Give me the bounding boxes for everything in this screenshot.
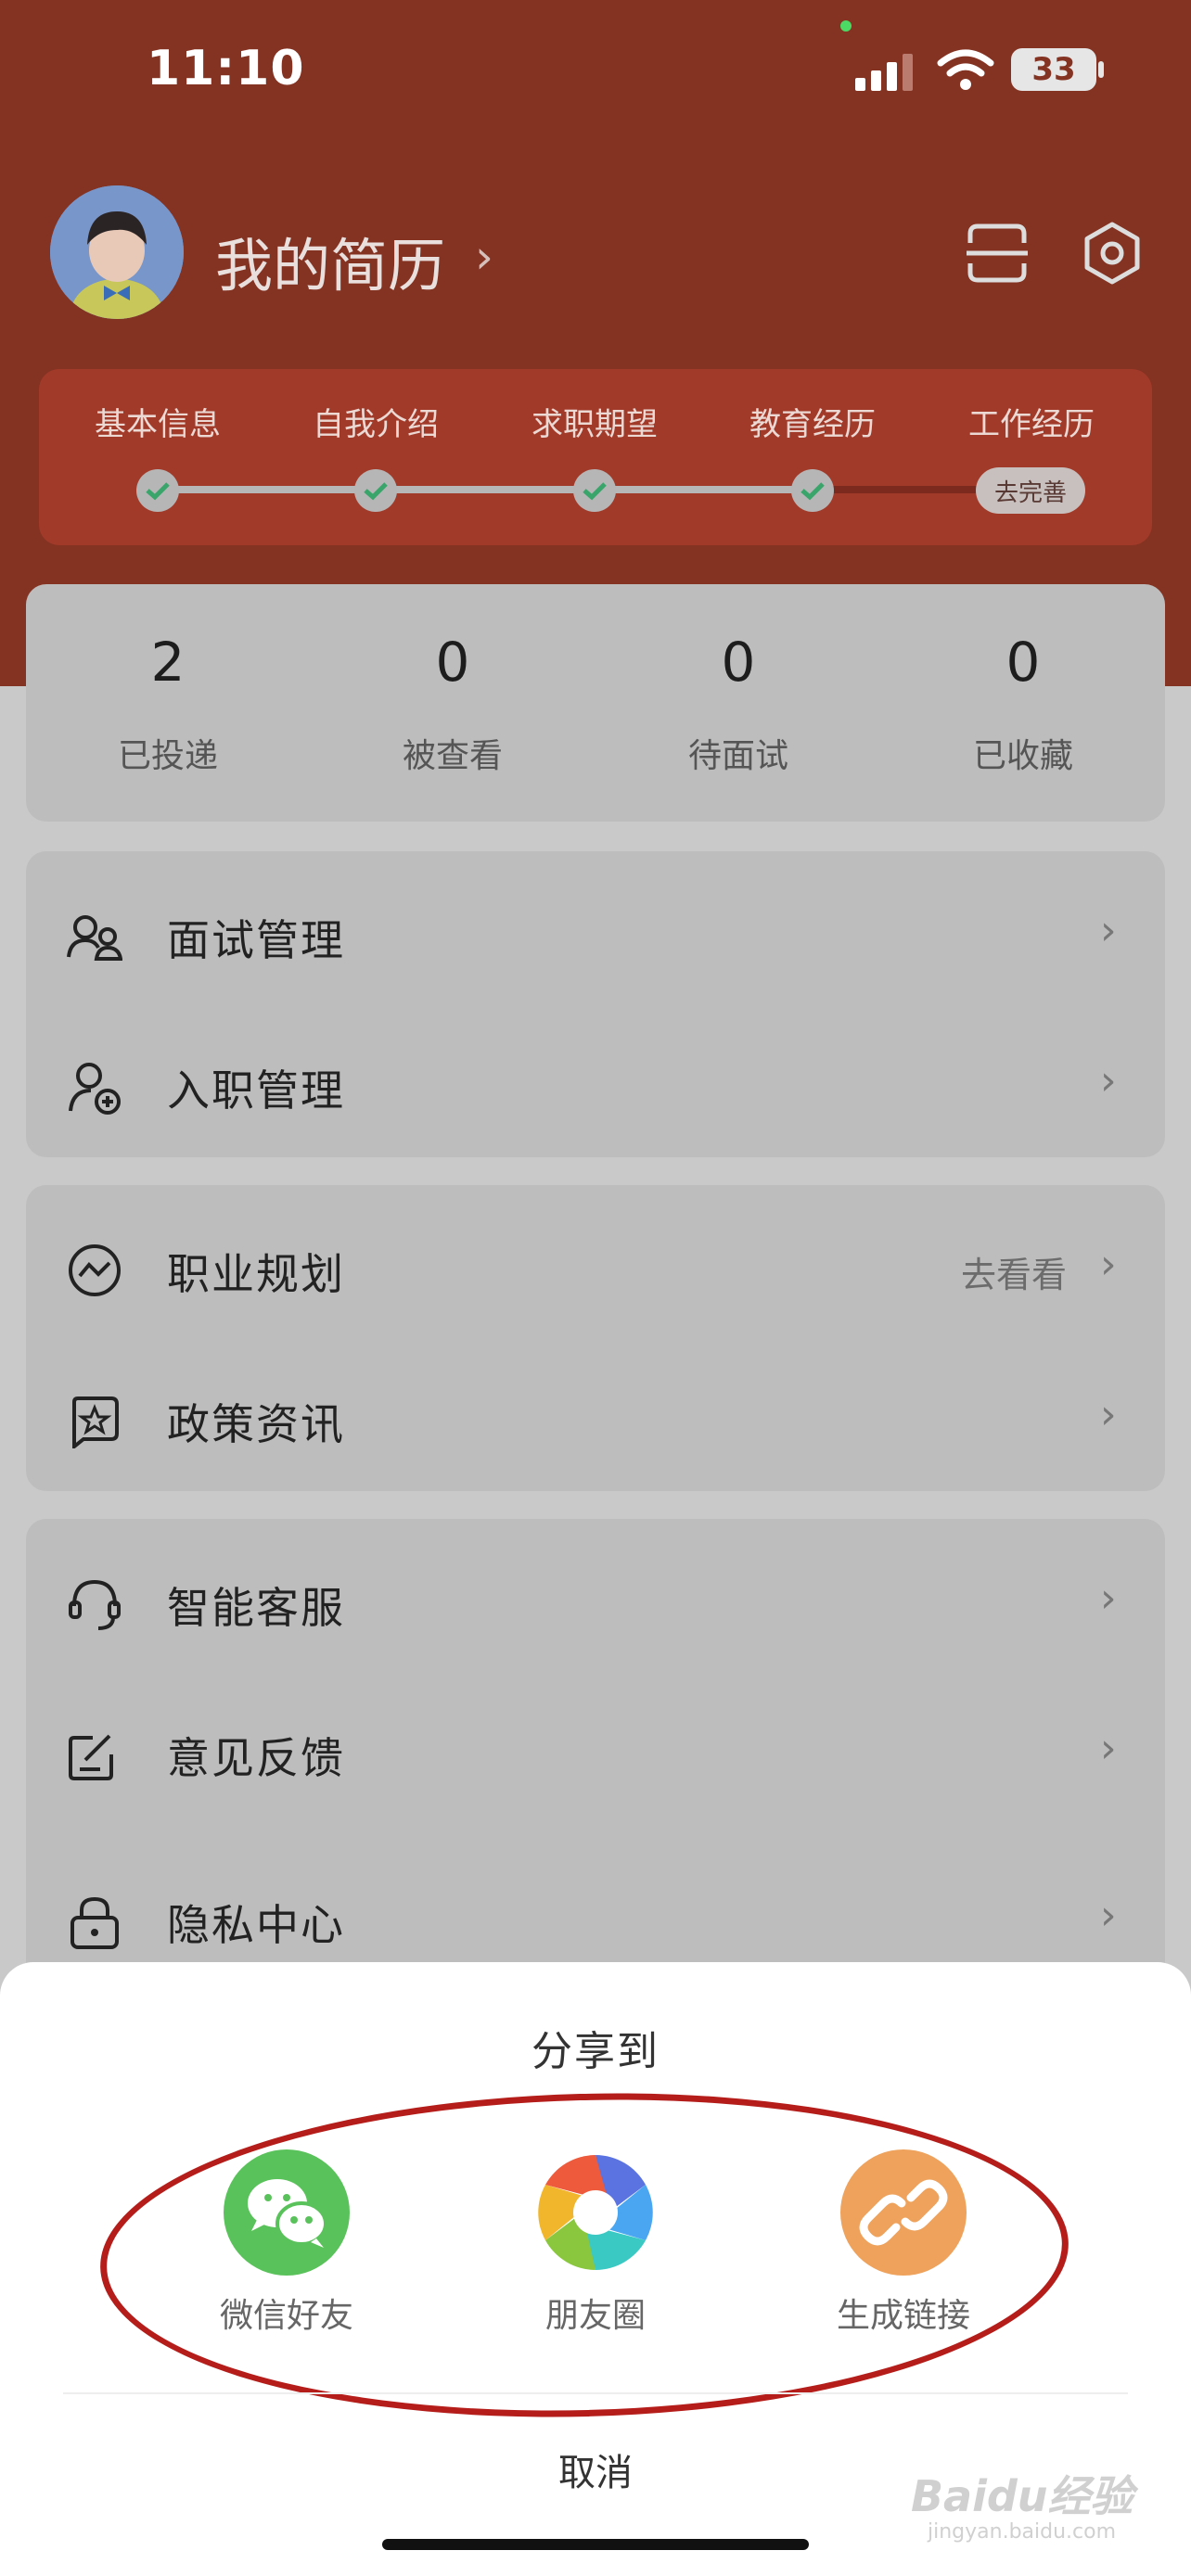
divider <box>63 2392 1128 2394</box>
privacy-indicator <box>840 20 852 32</box>
trend-icon <box>69 1244 121 1296</box>
step-label: 求职期望 <box>531 406 658 443</box>
menu-item-smart-service[interactable]: 智能客服 <box>167 1575 345 1636</box>
chevron-right-icon[interactable]: › <box>1100 1057 1117 1104</box>
menu-item-policy-news[interactable]: 政策资讯 <box>167 1391 345 1452</box>
watermark-url: jingyan.baidu.com <box>928 2520 1117 2544</box>
wifi-icon <box>937 49 994 90</box>
step-check-icon <box>573 469 616 512</box>
progress-track-remaining <box>813 486 980 493</box>
home-indicator[interactable] <box>382 2539 809 2550</box>
step-label: 工作经历 <box>968 406 1095 443</box>
chevron-right-icon[interactable]: › <box>1100 1892 1117 1939</box>
settings-icon[interactable] <box>1080 221 1145 286</box>
chevron-right-icon[interactable]: › <box>1100 1391 1117 1438</box>
stat-label[interactable]: 被查看 <box>360 729 545 777</box>
menu-item-privacy[interactable]: 隐私中心 <box>167 1892 345 1953</box>
stat-value[interactable]: 0 <box>646 631 831 694</box>
chevron-right-icon[interactable]: › <box>1100 1241 1117 1288</box>
go-look-link[interactable]: 去看看 <box>961 1246 1067 1297</box>
step-check-icon <box>791 469 834 512</box>
interview-users-icon <box>67 915 122 961</box>
status-time: 11:10 <box>147 41 305 96</box>
progress-track-completed <box>158 486 813 493</box>
menu-item-career-planning[interactable]: 职业规划 <box>167 1241 345 1302</box>
battery-tip <box>1098 61 1104 78</box>
stat-value[interactable]: 0 <box>930 631 1116 694</box>
signal-icon <box>855 54 913 91</box>
chevron-right-icon[interactable]: › <box>1100 1725 1117 1772</box>
chevron-right-icon[interactable]: › <box>1100 1575 1117 1622</box>
watermark: Baidu经验 <box>911 2471 1133 2521</box>
chevron-right-icon[interactable]: › <box>475 230 493 284</box>
step-label: 自我介绍 <box>313 406 439 443</box>
battery-indicator: 33 <box>1011 48 1096 91</box>
chevron-right-icon[interactable]: › <box>1100 907 1117 954</box>
lock-icon <box>70 1896 119 1949</box>
step-check-icon <box>354 469 397 512</box>
stat-value[interactable]: 0 <box>360 631 545 694</box>
stat-label[interactable]: 已收藏 <box>930 729 1116 777</box>
stat-value[interactable]: 2 <box>75 631 261 694</box>
avatar-image <box>50 185 184 319</box>
complete-work-experience-button[interactable]: 去完善 <box>976 467 1085 514</box>
stat-label[interactable]: 已投递 <box>75 729 261 777</box>
menu-item-onboarding[interactable]: 入职管理 <box>167 1057 345 1118</box>
scan-icon[interactable] <box>965 221 1030 286</box>
menu-item-interview[interactable]: 面试管理 <box>167 907 345 968</box>
edit-icon <box>69 1734 113 1780</box>
step-label: 基本信息 <box>95 406 221 443</box>
step-check-icon <box>136 469 179 512</box>
avatar[interactable] <box>50 185 184 319</box>
star-document-icon <box>72 1396 119 1448</box>
stats-card <box>26 584 1165 822</box>
add-user-icon <box>69 1063 121 1115</box>
step-label: 教育经历 <box>749 406 876 443</box>
profile-header <box>0 0 1191 686</box>
resume-progress-card[interactable] <box>39 369 1152 545</box>
resume-title[interactable]: 我的简历 <box>215 219 445 302</box>
stat-label[interactable]: 待面试 <box>646 729 831 777</box>
menu-item-feedback[interactable]: 意见反馈 <box>167 1725 345 1786</box>
headset-icon <box>69 1579 121 1630</box>
share-sheet-title: 分享到 <box>531 2028 660 2075</box>
